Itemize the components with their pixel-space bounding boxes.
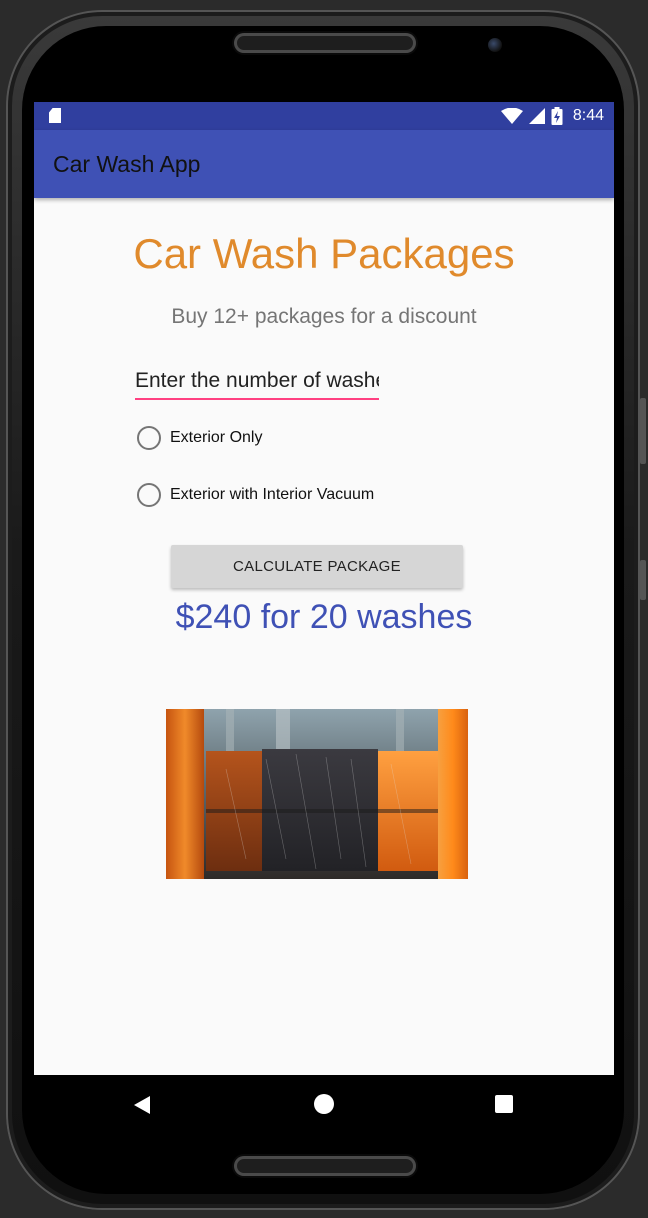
- status-icons: 8:44: [500, 102, 604, 130]
- page-heading: Car Wash Packages: [133, 230, 515, 277]
- top-speaker: [234, 33, 416, 53]
- battery-charging-icon: [551, 107, 563, 125]
- navigation-bar: [34, 1075, 614, 1135]
- wifi-icon: [500, 108, 523, 124]
- radio-button-icon[interactable]: [137, 426, 161, 450]
- sd-card-icon: [49, 108, 61, 123]
- calculate-package-button[interactable]: CALCULATE PACKAGE: [171, 545, 463, 588]
- power-button: [640, 560, 646, 600]
- radio-exterior-interior-vacuum[interactable]: Exterior with Interior Vacuum: [137, 482, 374, 508]
- car-wash-image: [166, 709, 468, 879]
- phone-device: 8:44 Car Wash App Car Wash Packages Buy …: [0, 0, 648, 1218]
- signal-icon: [528, 108, 545, 124]
- package-result: $240 for 20 washes: [175, 598, 473, 636]
- radio-button-icon[interactable]: [137, 483, 161, 507]
- radio-label: Exterior Only: [170, 429, 263, 446]
- washes-input-container: [135, 366, 379, 400]
- volume-button: [640, 398, 646, 464]
- radio-exterior-only[interactable]: Exterior Only: [137, 425, 262, 451]
- app-title: Car Wash App: [53, 151, 201, 177]
- status-bar: 8:44: [34, 102, 614, 130]
- back-icon[interactable]: [134, 1096, 150, 1114]
- screen: 8:44 Car Wash App Car Wash Packages Buy …: [34, 102, 614, 1134]
- status-time: 8:44: [572, 107, 604, 124]
- app-bar: Car Wash App: [34, 130, 614, 198]
- discount-hint: Buy 12+ packages for a discount: [171, 305, 477, 328]
- car-wash-brushes-image: [166, 709, 468, 879]
- washes-count-input[interactable]: [135, 366, 379, 396]
- home-icon[interactable]: [314, 1094, 334, 1114]
- radio-label: Exterior with Interior Vacuum: [170, 486, 375, 503]
- recents-icon[interactable]: [495, 1095, 513, 1113]
- front-camera: [488, 38, 502, 52]
- bottom-speaker: [234, 1156, 416, 1176]
